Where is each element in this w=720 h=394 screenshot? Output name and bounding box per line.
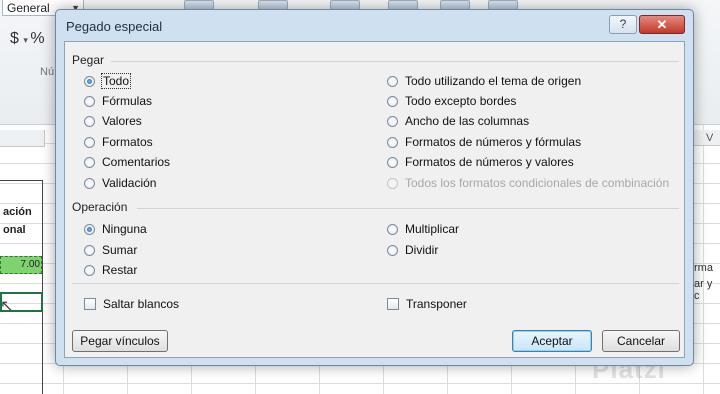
radio-dot xyxy=(84,136,95,148)
radio-label: Valores xyxy=(102,114,142,128)
radio-label: Multiplicar xyxy=(405,222,460,236)
radio-restar[interactable]: Restar xyxy=(84,263,137,277)
radio-label: Todo xyxy=(100,73,132,89)
column-header-v[interactable]: V xyxy=(690,130,720,146)
cell-header-line2[interactable]: onal xyxy=(3,224,26,236)
radio-dot xyxy=(84,177,95,189)
radio-label: Todos los formatos condicionales de comb… xyxy=(405,176,670,190)
radio-label: Fórmulas xyxy=(102,94,153,108)
separator xyxy=(111,61,679,62)
radio-ancho-columnas[interactable]: Ancho de las columnas xyxy=(387,114,529,128)
radio-label: Ninguna xyxy=(102,222,147,236)
currency-icon: $ xyxy=(10,30,19,47)
section-label-pegar: Pegar xyxy=(72,53,105,67)
checkbox-box xyxy=(84,298,96,310)
radio-label: Formatos xyxy=(102,135,153,149)
dialog-titlebar[interactable]: Pegado especial ? ✕ xyxy=(56,10,693,42)
checkbox-label: Transponer xyxy=(406,297,467,311)
radio-todo[interactable]: Todo xyxy=(84,73,132,89)
radio-label: Restar xyxy=(102,263,138,277)
radio-dividir[interactable]: Dividir xyxy=(387,243,438,257)
pegar-vinculos-button[interactable]: Pegar vínculos xyxy=(72,330,168,352)
radio-dot xyxy=(84,156,95,168)
cell-header-line1[interactable]: ación xyxy=(3,206,32,218)
radio-formulas[interactable]: Fórmulas xyxy=(84,94,152,108)
radio-dot xyxy=(387,177,398,189)
checkbox-label: Saltar blancos xyxy=(103,297,180,311)
radio-dot xyxy=(84,115,95,127)
percent-icon[interactable]: % xyxy=(30,30,44,47)
separator xyxy=(137,208,679,209)
copied-cell[interactable]: 7.00 xyxy=(0,256,42,274)
radio-formatos-numeros-valores[interactable]: Formatos de números y valores xyxy=(387,155,574,169)
paste-special-dialog: Pegado especial ? ✕ Pegar Todo Fórmulas … xyxy=(55,9,694,366)
table-border-top xyxy=(0,180,43,181)
radio-label: Dividir xyxy=(405,243,439,257)
radio-dot xyxy=(84,264,95,276)
radio-dot xyxy=(387,95,398,107)
radio-dot xyxy=(387,75,398,87)
cell-right-text-2[interactable]: ar y c xyxy=(694,278,720,302)
dialog-title: Pegado especial xyxy=(66,19,163,34)
separator xyxy=(72,283,679,284)
mouse-pointer-icon: ↖ xyxy=(0,298,14,315)
radio-dot xyxy=(84,244,95,256)
table-border-right xyxy=(42,180,43,394)
radio-dot xyxy=(387,244,398,256)
number-group-label: Nú xyxy=(40,66,55,78)
radio-dot xyxy=(387,223,398,235)
radio-label: Ancho de las columnas xyxy=(405,114,530,128)
cell-right-text-1[interactable]: rma xyxy=(694,262,713,274)
radio-label: Validación xyxy=(102,176,157,190)
radio-validacion[interactable]: Validación xyxy=(84,176,156,190)
radio-formatos[interactable]: Formatos xyxy=(84,135,153,149)
accounting-format-button[interactable]: $ ▾ % xyxy=(10,30,45,48)
radio-label: Sumar xyxy=(102,243,138,257)
radio-valores[interactable]: Valores xyxy=(84,114,142,128)
radio-label: Formatos de números y fórmulas xyxy=(405,135,582,149)
radio-formatos-numeros-formulas[interactable]: Formatos de números y fórmulas xyxy=(387,135,581,149)
number-format-value: General xyxy=(7,1,50,15)
radio-label: Todo utilizando el tema de origen xyxy=(405,74,582,88)
radio-dot xyxy=(84,223,95,235)
aceptar-button[interactable]: Aceptar xyxy=(512,330,592,352)
radio-comentarios[interactable]: Comentarios xyxy=(84,155,170,169)
radio-dot xyxy=(387,115,398,127)
checkbox-transponer[interactable]: Transponer xyxy=(387,297,467,311)
checkbox-saltar-blancos[interactable]: Saltar blancos xyxy=(84,297,179,311)
radio-dot xyxy=(387,156,398,168)
radio-multiplicar[interactable]: Multiplicar xyxy=(387,222,459,236)
radio-label: Comentarios xyxy=(102,155,171,169)
radio-dot xyxy=(84,75,95,87)
checkbox-box xyxy=(387,298,399,310)
radio-todo-tema-origen[interactable]: Todo utilizando el tema de origen xyxy=(387,74,581,88)
radio-sumar[interactable]: Sumar xyxy=(84,243,137,257)
section-label-operacion: Operación xyxy=(72,200,128,214)
dialog-body: Pegar Todo Fórmulas Valores Formatos Com… xyxy=(64,41,685,358)
radio-label: Todo excepto bordes xyxy=(405,94,517,108)
radio-todo-excepto-bordes[interactable]: Todo excepto bordes xyxy=(387,94,516,108)
close-button[interactable]: ✕ xyxy=(639,15,685,34)
cancelar-button[interactable]: Cancelar xyxy=(602,330,680,352)
radio-ninguna[interactable]: Ninguna xyxy=(84,222,147,236)
radio-dot xyxy=(84,95,95,107)
radio-label: Formatos de números y valores xyxy=(405,155,574,169)
radio-dot xyxy=(387,136,398,148)
column-header[interactable] xyxy=(0,130,45,147)
radio-formatos-condicionales: Todos los formatos condicionales de comb… xyxy=(387,176,669,190)
help-button[interactable]: ? xyxy=(609,15,637,34)
